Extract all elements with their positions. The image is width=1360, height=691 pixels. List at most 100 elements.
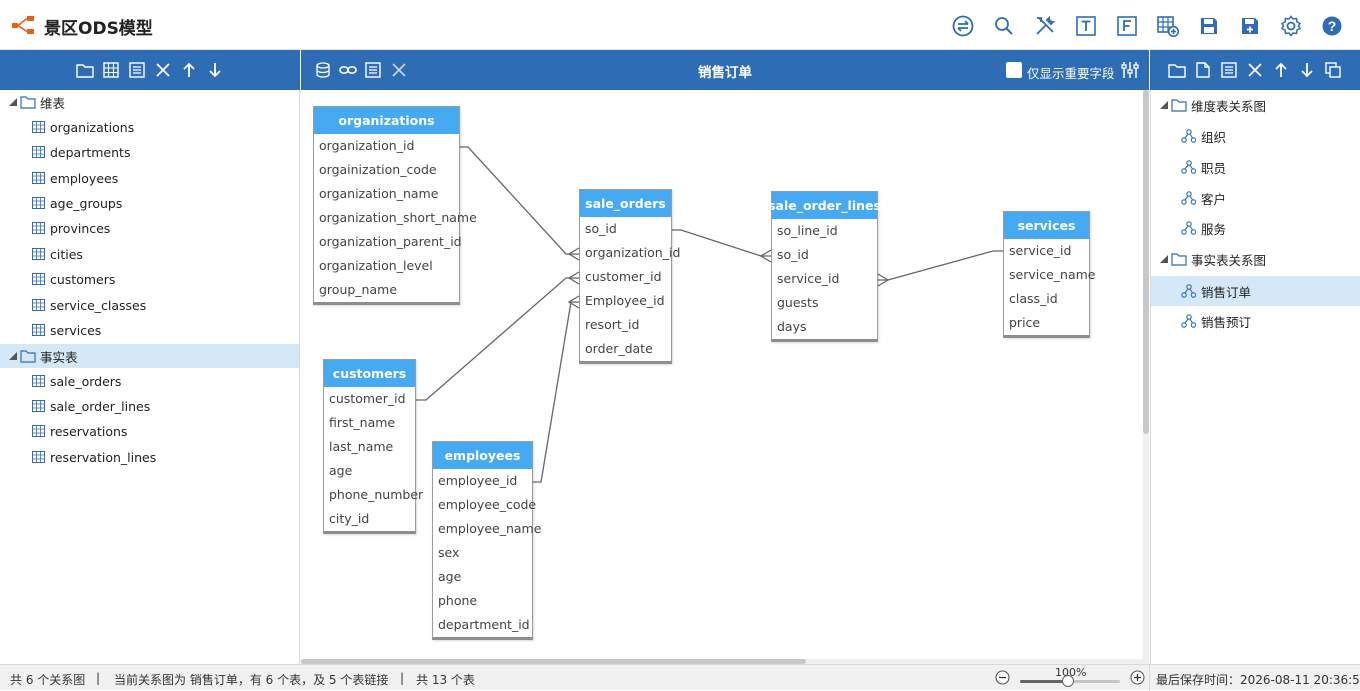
tree-item-reservation-lines[interactable]: reservation_lines xyxy=(0,445,299,469)
entity-field[interactable]: organization_short_name xyxy=(314,206,477,230)
expanded-triangle-icon[interactable] xyxy=(1159,254,1169,264)
entity-field[interactable]: days xyxy=(772,315,877,339)
diagram-item-organization[interactable]: 组织 xyxy=(1151,124,1360,148)
entity-field[interactable]: Employee_id xyxy=(580,289,671,313)
copy-icon[interactable] xyxy=(1323,60,1343,80)
help-icon[interactable]: ? xyxy=(1318,12,1346,40)
diagram-item-service[interactable]: 服务 xyxy=(1151,216,1360,240)
entity-field[interactable]: guests xyxy=(772,291,877,315)
diagram-canvas[interactable]: organizations organization_id orgainizat… xyxy=(301,90,1149,664)
swap-icon[interactable] xyxy=(949,12,977,40)
diagram-item-staff[interactable]: 职员 xyxy=(1151,155,1360,179)
tree-group-dimension-diagrams[interactable]: 维度表关系图 xyxy=(1151,93,1360,117)
tree-item-sale-order-lines[interactable]: sale_order_lines xyxy=(0,394,299,418)
entity-field[interactable]: so_id xyxy=(580,217,671,241)
expanded-triangle-icon[interactable] xyxy=(1159,100,1169,110)
entity-field[interactable]: sex xyxy=(433,541,532,565)
entity-field[interactable]: age xyxy=(324,459,415,483)
entity-field[interactable]: organization_id xyxy=(314,134,459,158)
diagram-item-sales-order[interactable]: 销售订单 xyxy=(1151,276,1360,306)
table-icon[interactable] xyxy=(101,60,121,80)
list-icon[interactable] xyxy=(127,60,147,80)
tree-group-dimension[interactable]: 维表 xyxy=(0,90,299,114)
entity-field[interactable]: employee_code xyxy=(433,493,536,517)
expanded-triangle-icon[interactable] xyxy=(8,97,18,107)
tree-item-services[interactable]: services xyxy=(0,318,299,342)
tree-item-age-groups[interactable]: age_groups xyxy=(0,191,299,215)
entity-field[interactable]: service_id xyxy=(1004,239,1089,263)
move-up-icon[interactable] xyxy=(1271,60,1291,80)
entity-field[interactable]: organization_parent_id xyxy=(314,230,462,254)
entity-field[interactable]: organization_name xyxy=(314,182,459,206)
tree-item-organizations[interactable]: organizations xyxy=(0,115,299,139)
entity-field[interactable]: phone xyxy=(433,589,532,613)
entity-field[interactable]: age xyxy=(433,565,532,589)
zoom-slider[interactable] xyxy=(1020,675,1120,687)
entity-field[interactable]: service_id xyxy=(772,267,877,291)
column-settings-icon[interactable] xyxy=(1120,60,1140,80)
tools-icon[interactable] xyxy=(1031,12,1059,40)
list-icon[interactable] xyxy=(1219,60,1239,80)
entity-field[interactable]: employee_id xyxy=(433,469,532,493)
zoom-in-icon[interactable] xyxy=(1130,670,1145,685)
entity-field[interactable]: last_name xyxy=(324,435,415,459)
entity-organizations[interactable]: organizations organization_id orgainizat… xyxy=(313,106,477,305)
zoom-out-icon[interactable] xyxy=(995,670,1010,685)
save-as-icon[interactable] xyxy=(1236,12,1264,40)
entity-field[interactable]: phone_number xyxy=(324,483,423,507)
expanded-triangle-icon[interactable] xyxy=(8,351,18,361)
entity-employees[interactable]: employees employee_id employee_code empl… xyxy=(432,441,541,640)
save-icon[interactable] xyxy=(1195,12,1223,40)
entity-field[interactable]: first_name xyxy=(324,411,415,435)
text-f-icon[interactable] xyxy=(1113,12,1141,40)
tree-item-sale-orders[interactable]: sale_orders xyxy=(0,369,299,393)
folder-icon[interactable] xyxy=(1167,60,1187,80)
new-diagram-icon[interactable] xyxy=(1193,60,1213,80)
delete-icon[interactable] xyxy=(1245,60,1265,80)
tree-group-fact[interactable]: 事实表 xyxy=(0,344,299,368)
entity-field[interactable]: price xyxy=(1004,311,1089,335)
tree-item-departments[interactable]: departments xyxy=(0,140,299,164)
tree-group-fact-diagrams[interactable]: 事实表关系图 xyxy=(1151,247,1360,271)
entity-field[interactable]: employee_name xyxy=(433,517,541,541)
entity-sale-order-lines[interactable]: sale_order_lines so_line_id so_id servic… xyxy=(768,191,881,342)
entity-field[interactable]: class_id xyxy=(1004,287,1089,311)
tree-item-employees[interactable]: employees xyxy=(0,166,299,190)
entity-field[interactable]: city_id xyxy=(324,507,415,531)
entity-field[interactable]: customer_id xyxy=(324,387,415,411)
entity-field[interactable]: department_id xyxy=(433,613,532,637)
entity-customers[interactable]: customers customer_id first_name last_na… xyxy=(323,359,423,534)
entity-field[interactable]: organization_level xyxy=(314,254,459,278)
tree-item-provinces[interactable]: provinces xyxy=(0,216,299,240)
move-up-icon[interactable] xyxy=(179,60,199,80)
settings-icon[interactable] xyxy=(1277,12,1305,40)
tree-item-cities[interactable]: cities xyxy=(0,242,299,266)
add-table-icon[interactable] xyxy=(1154,12,1182,40)
diagram-item-sales-reservation[interactable]: 销售预订 xyxy=(1151,309,1360,333)
entity-field[interactable]: resort_id xyxy=(580,313,671,337)
delete-icon[interactable] xyxy=(153,60,173,80)
tree-item-reservations[interactable]: reservations xyxy=(0,419,299,443)
move-down-icon[interactable] xyxy=(205,60,225,80)
entity-field[interactable]: organization_id xyxy=(580,241,680,265)
entity-field[interactable]: group_name xyxy=(314,278,459,302)
folder-icon[interactable] xyxy=(75,60,95,80)
move-down-icon[interactable] xyxy=(1297,60,1317,80)
text-t-icon[interactable] xyxy=(1072,12,1100,40)
zoom-slider-handle[interactable] xyxy=(1062,675,1074,687)
entity-field[interactable]: so_id xyxy=(772,243,877,267)
tree-item-customers[interactable]: customers xyxy=(0,267,299,291)
canvas-vertical-scrollbar[interactable] xyxy=(1143,90,1149,664)
entity-field[interactable]: order_date xyxy=(580,337,671,361)
entity-services[interactable]: services service_id service_name class_i… xyxy=(1003,211,1095,338)
search-icon[interactable] xyxy=(990,12,1018,40)
diagram-item-customer[interactable]: 客户 xyxy=(1151,186,1360,210)
entity-field[interactable]: so_line_id xyxy=(772,219,877,243)
entity-field[interactable]: service_name xyxy=(1004,263,1095,287)
entity-sale-orders[interactable]: sale_orders so_id organization_id custom… xyxy=(579,189,680,364)
scrollbar-thumb[interactable] xyxy=(1143,90,1149,434)
entity-field[interactable]: orgainization_code xyxy=(314,158,459,182)
tree-item-service-classes[interactable]: service_classes xyxy=(0,293,299,317)
entity-field[interactable]: customer_id xyxy=(580,265,671,289)
important-only-checkbox[interactable] xyxy=(1006,62,1022,78)
